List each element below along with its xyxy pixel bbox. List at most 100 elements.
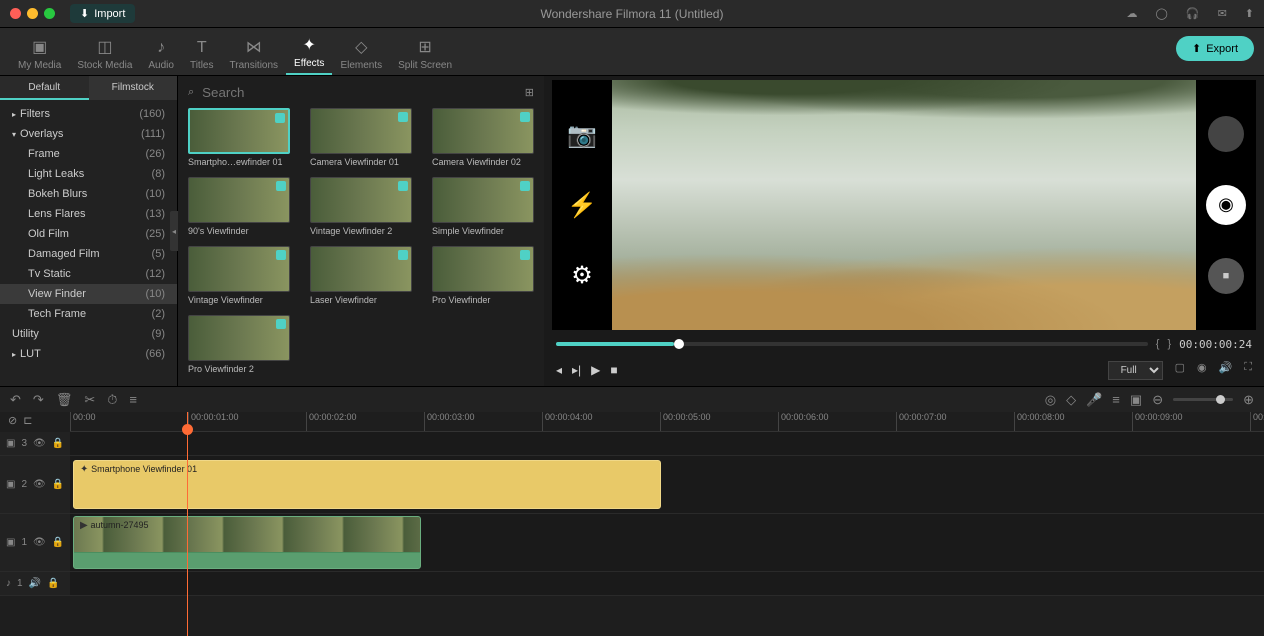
tab-titles[interactable]: TTitles [182, 35, 222, 75]
record-button[interactable]: ◇ [1066, 392, 1076, 408]
progress-slider[interactable] [556, 342, 1148, 346]
menu-button[interactable]: ≡ [129, 392, 137, 407]
effect-item[interactable]: Vintage Viewfinder [188, 246, 290, 305]
tab-stock-media[interactable]: ◫Stock Media [69, 33, 140, 75]
undo-button[interactable]: ↶ [10, 392, 21, 408]
redo-button[interactable]: ↷ [33, 392, 44, 408]
tab-split-screen[interactable]: ⊞Split Screen [390, 33, 460, 75]
effect-item[interactable]: Camera Viewfinder 01 [310, 108, 412, 167]
effect-item[interactable]: Pro Viewfinder 2 [188, 315, 290, 374]
video-clip[interactable]: ▶ autumn-27495 [73, 516, 421, 569]
delete-button[interactable]: 🗑 [56, 392, 73, 408]
snapshot-icon[interactable]: ◉ [1197, 361, 1207, 380]
sidebar-tab-default[interactable]: Default [0, 76, 89, 100]
mark-in-button[interactable]: { [1156, 338, 1160, 350]
timeline[interactable]: ⊘ ⊏ 00:0000:00:01:0000:00:02:0000:00:03:… [0, 412, 1264, 636]
snap-toggle-icon[interactable]: ⊏ [23, 414, 32, 427]
filter-frame[interactable]: Frame(26) [0, 144, 177, 164]
filter-lut[interactable]: LUT(66) [0, 344, 177, 364]
filter-light-leaks[interactable]: Light Leaks(8) [0, 164, 177, 184]
visibility-icon[interactable]: 👁 [33, 438, 46, 449]
track-header-spacer[interactable]: ⊘ ⊏ [8, 414, 32, 427]
minimize-window-button[interactable] [27, 8, 38, 19]
track-type-icon: ♪ [6, 578, 11, 589]
mute-icon[interactable]: 🔊 [29, 578, 41, 589]
tab-transitions[interactable]: ⋈Transitions [222, 33, 287, 75]
link-toggle-icon[interactable]: ⊘ [8, 414, 17, 427]
filter-overlays[interactable]: Overlays(111) [0, 124, 177, 144]
upload-icon[interactable]: ⬆ [1245, 7, 1254, 20]
headset-icon[interactable]: 🎧 [1186, 7, 1200, 20]
effect-item[interactable]: Camera Viewfinder 02 [432, 108, 534, 167]
effect-thumbnail [310, 177, 412, 223]
next-frame-button[interactable]: ▸| [572, 363, 581, 377]
speed-button[interactable]: ⏱ [107, 392, 117, 408]
timeline-ruler[interactable]: 00:0000:00:01:0000:00:02:0000:00:03:0000… [70, 412, 1264, 432]
effect-name: Pro Viewfinder [432, 295, 534, 305]
split-button[interactable]: ✂ [84, 392, 95, 408]
filter-damaged-film[interactable]: Damaged Film(5) [0, 244, 177, 264]
mail-icon[interactable]: ✉ [1218, 7, 1227, 20]
effect-item[interactable]: Vintage Viewfinder 2 [310, 177, 412, 236]
effect-item[interactable]: Pro Viewfinder [432, 246, 534, 305]
zoom-in-button[interactable]: ⊕ [1243, 392, 1254, 408]
timecode: 00:00:00:24 [1179, 338, 1252, 351]
close-window-button[interactable] [10, 8, 21, 19]
filter-tv-static[interactable]: Tv Static(12) [0, 264, 177, 284]
prev-frame-button[interactable]: ◂ [556, 363, 562, 377]
lock-icon[interactable]: 🔒 [52, 537, 64, 548]
tab-audio[interactable]: ♪Audio [140, 35, 182, 75]
audio-track-1: ♪ 1 🔊 🔒 [0, 572, 1264, 596]
effect-clip[interactable]: ✦ Smartphone Viewfinder 01 [73, 460, 661, 509]
filter-filters[interactable]: Filters(160) [0, 104, 177, 124]
display-icon[interactable]: ▢ [1175, 361, 1185, 380]
export-button[interactable]: ⬆ Export [1176, 36, 1254, 61]
mark-out-button[interactable]: } [1167, 338, 1171, 350]
zoom-out-button[interactable]: ⊖ [1152, 392, 1163, 408]
tab-effects[interactable]: ✦Effects [286, 31, 332, 75]
tab-elements[interactable]: ◇Elements [332, 33, 390, 75]
effect-name: Simple Viewfinder [432, 226, 534, 236]
filter-old-film[interactable]: Old Film(25) [0, 224, 177, 244]
ruler-mark: 00:00:05:00 [660, 412, 711, 431]
volume-icon[interactable]: 🔊 [1219, 361, 1233, 380]
lock-icon[interactable]: 🔒 [52, 479, 64, 490]
voiceover-button[interactable]: 🎤 [1086, 392, 1102, 408]
grid-view-icon[interactable]: ⊞ [525, 86, 534, 99]
play-button[interactable]: ▶ [591, 363, 600, 377]
stop-button[interactable]: ■ [610, 363, 617, 377]
crop-button[interactable]: ▣ [1130, 392, 1142, 408]
effect-item[interactable]: Simple Viewfinder [432, 177, 534, 236]
zoom-slider[interactable] [1173, 398, 1233, 401]
filter-bokeh-blurs[interactable]: Bokeh Blurs(10) [0, 184, 177, 204]
lock-icon[interactable]: 🔒 [47, 578, 59, 589]
fullscreen-icon[interactable]: ⛶ [1244, 361, 1252, 380]
effect-item[interactable]: 90's Viewfinder [188, 177, 290, 236]
sidebar-tab-filmstock[interactable]: Filmstock [89, 76, 178, 100]
import-button[interactable]: ⬇ Import [70, 4, 135, 23]
marker-button[interactable]: ◎ [1045, 392, 1056, 408]
effect-thumbnail [432, 177, 534, 223]
filter-view-finder[interactable]: View Finder(10) [0, 284, 177, 304]
visibility-icon[interactable]: 👁 [33, 479, 46, 490]
quality-select[interactable]: Full [1108, 361, 1163, 380]
effect-item[interactable]: Laser Viewfinder [310, 246, 412, 305]
search-input[interactable] [202, 85, 517, 100]
tab-my-media[interactable]: ▣My Media [10, 33, 69, 75]
effect-name: Vintage Viewfinder [188, 295, 290, 305]
filter-utility[interactable]: Utility(9) [0, 324, 177, 344]
maximize-window-button[interactable] [44, 8, 55, 19]
account-icon[interactable]: ◯ [1156, 7, 1168, 20]
filter-lens-flares[interactable]: Lens Flares(13) [0, 204, 177, 224]
filter-tech-frame[interactable]: Tech Frame(2) [0, 304, 177, 324]
effects-sidebar: Default Filmstock Filters(160)Overlays(1… [0, 76, 178, 386]
effect-item[interactable]: Smartpho…ewfinder 01 [188, 108, 290, 167]
mixer-button[interactable]: ≡ [1112, 392, 1120, 407]
lock-icon[interactable]: 🔒 [52, 438, 64, 449]
ruler-mark: 00:00:02:00 [306, 412, 357, 431]
collapse-sidebar-button[interactable]: ◂ [170, 211, 178, 251]
cloud-icon[interactable]: ☁ [1127, 7, 1138, 20]
playhead[interactable] [187, 412, 188, 636]
preview-viewport[interactable]: 📷 ⚡ ⚙ ◉ ■ [552, 80, 1256, 330]
visibility-icon[interactable]: 👁 [33, 537, 46, 548]
